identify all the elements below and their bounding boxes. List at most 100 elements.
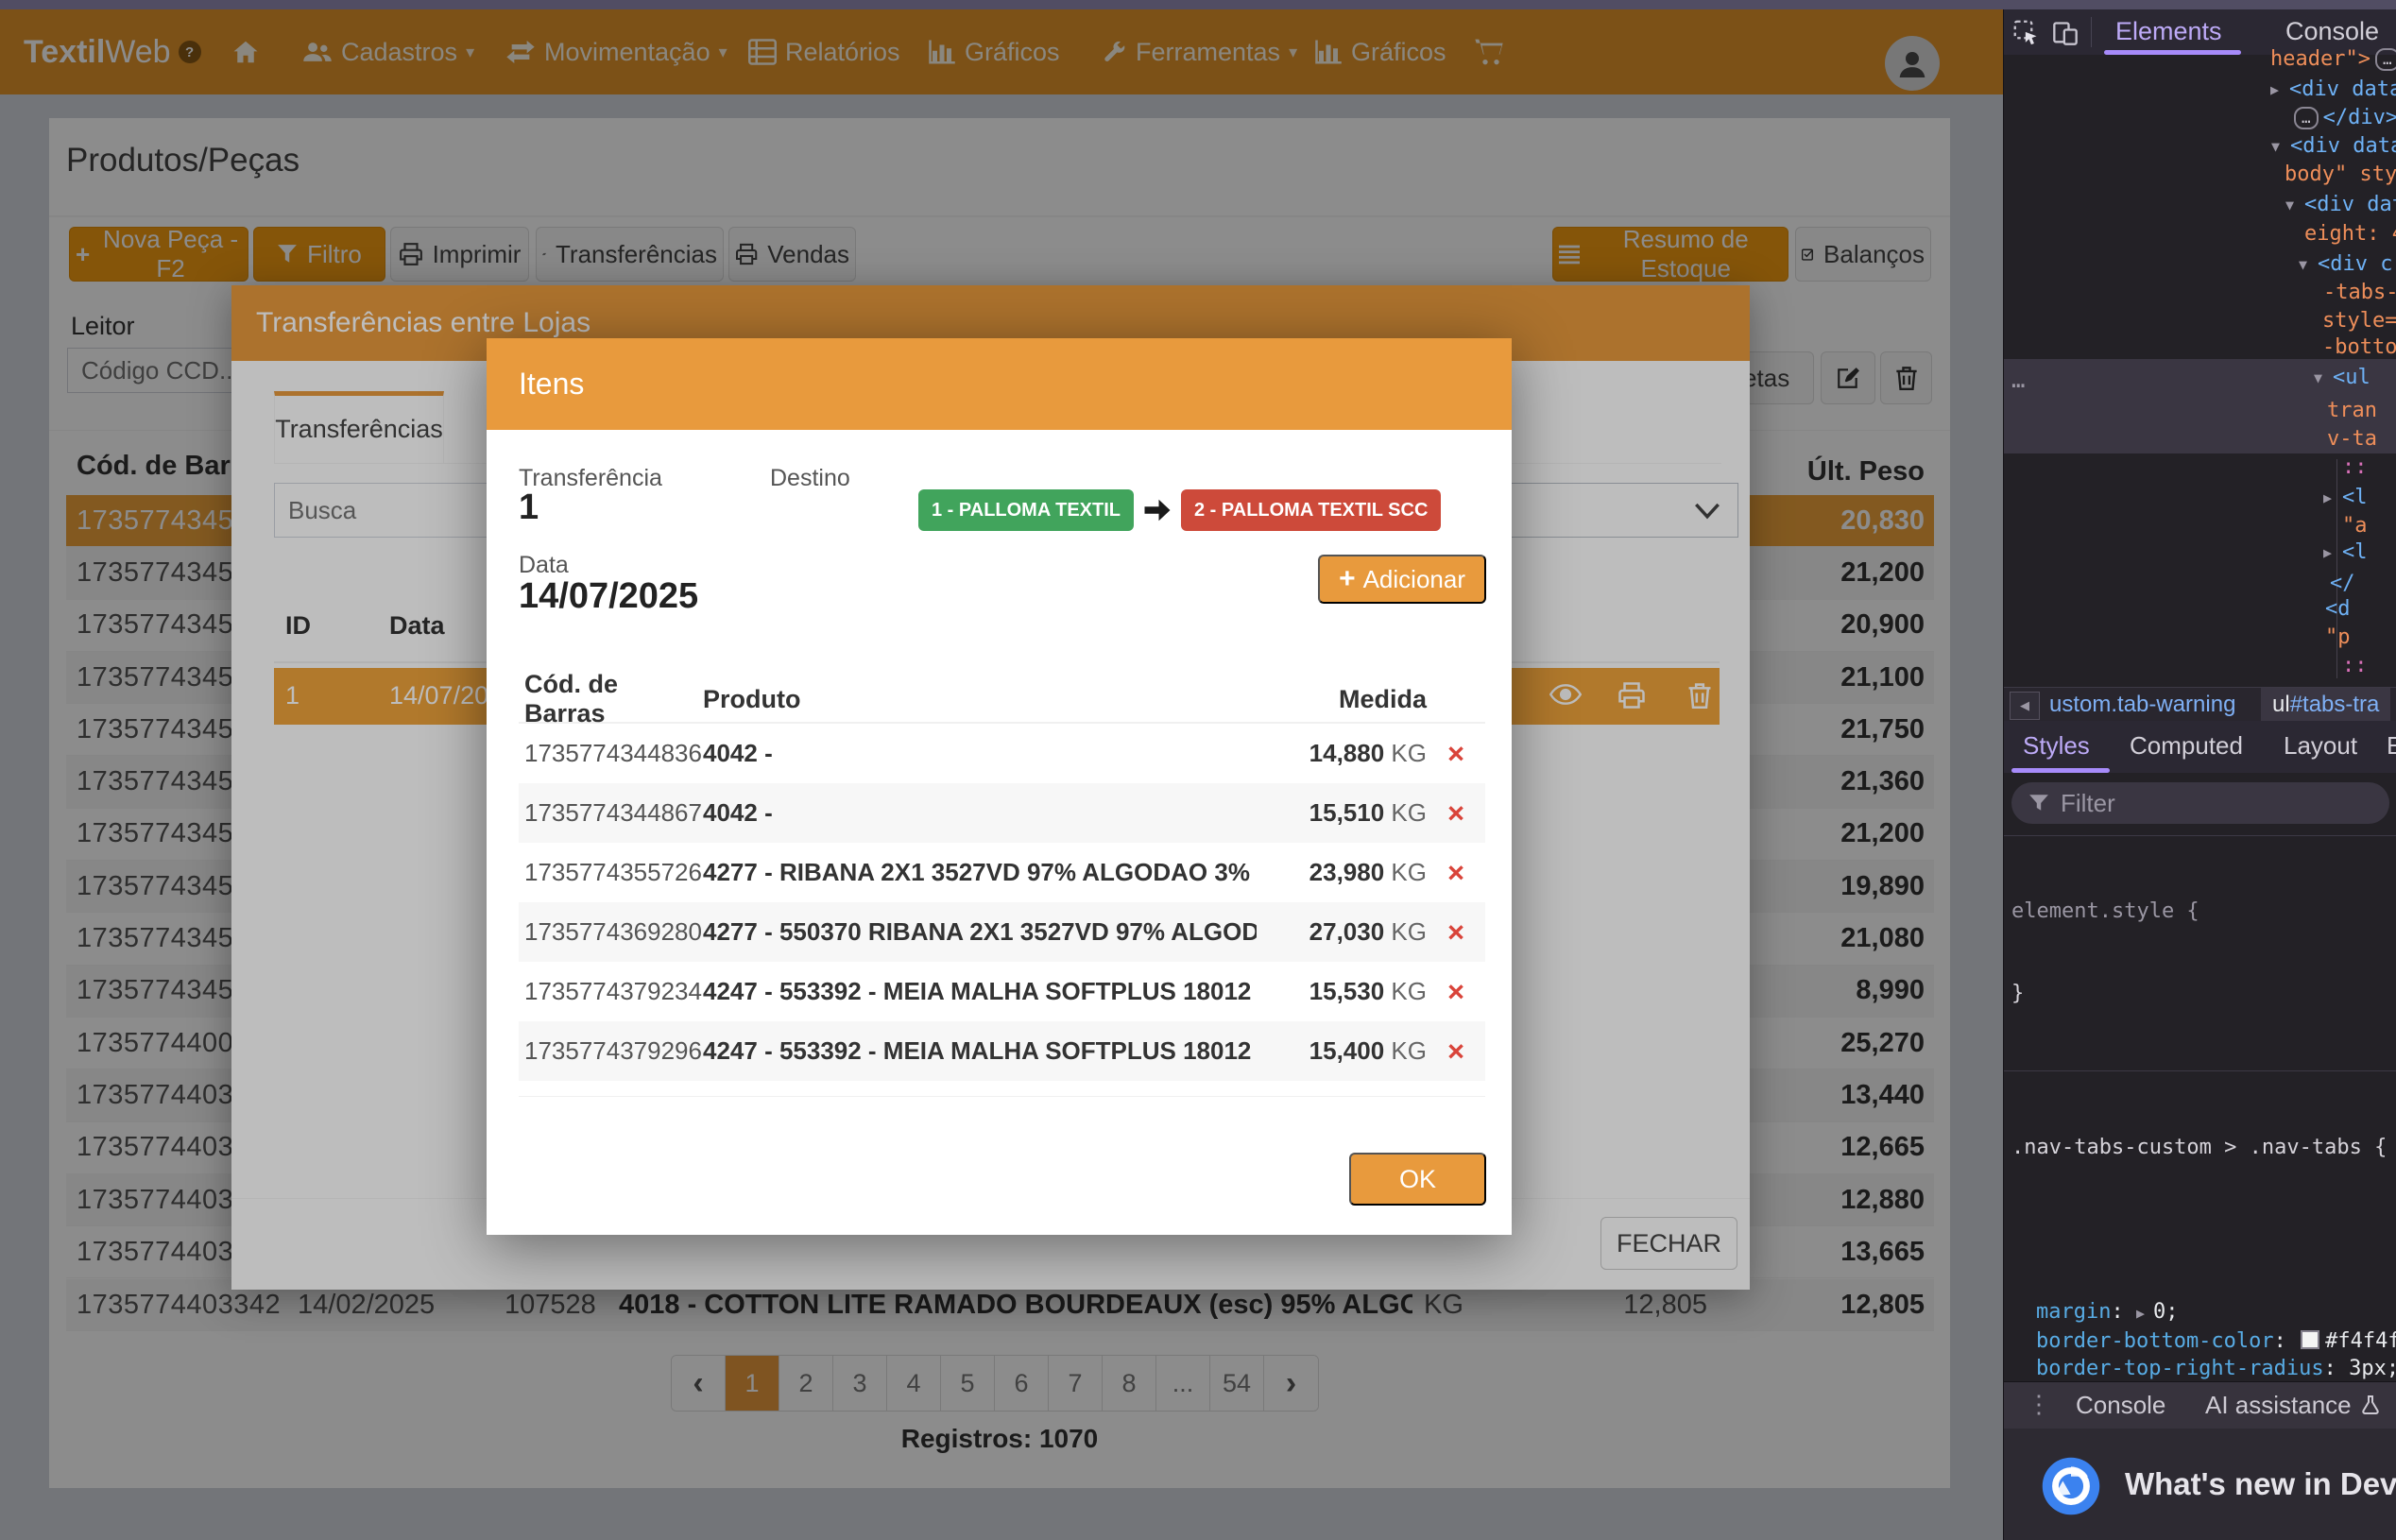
ok-button[interactable]: OK [1349,1153,1486,1206]
item-row: 1735774344867 4042 - 15,510 KG × [519,783,1485,843]
item-row: 1735774369280 4277 - 550370 RIBANA 2X1 3… [519,902,1485,962]
funnel-icon [2028,793,2049,813]
more-options-icon[interactable]: ⋮ [2027,1390,2051,1419]
product-cell: 4042 - [703,739,1257,768]
add-item-button[interactable]: + Adicionar [1318,555,1486,604]
tree-arrow-icon[interactable]: ▶ [2270,76,2289,104]
dom-node-line[interactable]: tran [2327,397,2377,425]
items-table-header: Cód. de Barras Produto Medida [519,676,1485,724]
css-rule-nav-tabs-custom[interactable]: .nav-tabs-custom > .nav-tabs { margin: ▶… [2004,1071,2396,1381]
dom-node-line[interactable]: -botto [2322,334,2396,362]
tree-arrow-icon[interactable]: ▼ [2285,191,2304,219]
tab-event-listeners[interactable]: Event Listeners [2387,731,2396,761]
dom-node-line[interactable]: ▼ <div data [2271,132,2396,161]
dom-node-line[interactable]: :: [2342,652,2368,680]
column-header-measure: Medida [1257,685,1427,714]
tab-elements[interactable]: Elements [2115,17,2222,46]
items-modal-header: Itens [487,338,1512,430]
tree-arrow-icon[interactable]: ▼ [2314,364,2333,392]
dom-node-line[interactable]: :: [2342,453,2368,482]
tab-styles[interactable]: Styles [2023,731,2090,761]
destination-label: Destino [770,465,850,492]
breadcrumb-item-selected[interactable]: ul#tabs-tra [2261,688,2390,722]
measure-cell: 14,880 KG [1257,739,1427,768]
tree-arrow-icon[interactable]: ▼ [2299,250,2318,279]
bar-code-cell: 1735774355726 [519,858,703,887]
styles-filter-input[interactable]: Filter [2011,782,2389,824]
tab-layout[interactable]: Layout [2284,731,2357,761]
dom-node-line[interactable]: eight: 4 [2304,220,2396,248]
whats-new-banner[interactable]: What's new in DevTools [2004,1429,2396,1540]
dom-node-line[interactable]: "a [2342,512,2368,540]
tree-arrow-icon[interactable]: ▼ [2271,132,2290,161]
item-row: 1735774379234 4247 - 553392 - MEIA MALHA… [519,962,1485,1021]
date-label: Data [519,552,569,579]
inline-ellipsis-badge[interactable]: … [2294,107,2319,129]
color-swatch[interactable] [2301,1330,2319,1349]
items-modal: Itens Transferência 1 Destino 1 - PALLOM… [487,338,1512,1235]
window-top-strip [0,0,2396,9]
devtools-panel: Elements Console … header"> … ▶ <di [2003,9,2396,1540]
elements-tree: … header"> … ▶ <div data [2004,55,2396,687]
product-cell: 4042 - [703,798,1257,828]
breadcrumb: ◀ ustom.tab-warning ul#tabs-tra [2004,687,2396,722]
css-property[interactable]: margin: ▶ 0; [2011,1298,2396,1327]
dom-node-line[interactable]: … </div> [2289,104,2396,132]
drawer-tab-console[interactable]: Console [2076,1391,2165,1420]
bar-code-cell: 1735774379296 [519,1036,703,1066]
toolbar-separator [2091,17,2092,47]
item-row: 1735774379296 4247 - 553392 - MEIA MALHA… [519,1021,1485,1081]
drawer-tab-ai-assistance[interactable]: AI assistance [2205,1391,2382,1420]
dom-node-line[interactable]: body" sty [2285,161,2396,189]
dom-node-line[interactable]: style= [2322,307,2396,335]
screenshot-root: TextilWeb ? Cadastros ▾ Movimentação ▾ [0,0,2396,1540]
tab-computed[interactable]: Computed [2130,731,2243,761]
items-modal-title: Itens [519,367,584,402]
breadcrumb-item[interactable]: ustom.tab-warning [2049,692,2235,718]
bar-code-cell: 1735774369280 [519,917,703,947]
dom-node-line[interactable]: -tabs- [2323,279,2396,307]
dom-node-line[interactable]: ▼ <ul [2314,364,2370,392]
divider [519,1096,1485,1097]
css-rule-element-style[interactable]: element.style { } [2004,835,2396,1071]
css-property[interactable]: border-top-right-radius: 3px; [2011,1355,2396,1381]
bar-code-cell: 1735774344836 [519,739,703,768]
inspect-icon[interactable] [2013,20,2040,51]
remove-item-button[interactable]: × [1427,856,1485,890]
dom-node-line[interactable]: </ [2330,570,2355,598]
product-cell: 4277 - RIBANA 2X1 3527VD 97% ALGODAO 3% … [703,858,1257,887]
dom-node-line[interactable]: v-ta [2327,425,2377,453]
dom-node-line[interactable]: ▶ <l [2323,539,2368,567]
chrome-icon [2040,1455,2102,1522]
inline-ellipsis-badge[interactable]: … [2375,48,2396,71]
device-toolbar-icon[interactable] [2051,20,2079,51]
dom-node-line[interactable]: "p [2325,624,2351,652]
node-options-dots[interactable]: … [2011,367,2027,393]
tree-arrow-icon[interactable]: ▶ [2323,539,2342,567]
column-header-barcode: Cód. de Barras [519,670,703,728]
measure-cell: 15,530 KG [1257,977,1427,1006]
remove-item-button[interactable]: × [1427,915,1485,950]
dom-node-line[interactable]: ▼ <div dat [2285,191,2396,219]
tree-arrow-icon[interactable]: ▶ [2323,484,2342,512]
column-header-product: Produto [703,685,1257,714]
remove-item-button[interactable]: × [1427,737,1485,771]
dom-node-line[interactable]: <d [2325,595,2351,624]
remove-item-button[interactable]: × [1427,975,1485,1009]
dom-node-line[interactable]: ▶ <l [2323,484,2368,512]
date-value: 14/07/2025 [519,576,698,617]
dom-node-line[interactable]: ▶ <div data [2270,76,2396,104]
dom-node-line[interactable]: header"> … [2270,45,2396,74]
breadcrumb-back-icon[interactable]: ◀ [2010,692,2040,720]
items-table-body: 1735774344836 4042 - 14,880 KG × 1735774… [519,724,1485,1081]
tab-console[interactable]: Console [2285,17,2379,46]
item-row: 1735774355726 4277 - RIBANA 2X1 3527VD 9… [519,843,1485,902]
destination-store-badge: 2 - PALLOMA TEXTIL SCC [1181,489,1441,531]
remove-item-button[interactable]: × [1427,796,1485,830]
remove-item-button[interactable]: × [1427,1035,1485,1069]
origin-store-badge: 1 - PALLOMA TEXTIL [918,489,1134,531]
transfer-value: 1 [519,488,539,528]
devtools-drawer: ⋮ Console AI assistance [2004,1381,2396,1429]
css-property[interactable]: border-bottom-color: #f4f4f4 [2011,1327,2396,1355]
dom-node-line[interactable]: ▼ <div c [2299,250,2392,279]
